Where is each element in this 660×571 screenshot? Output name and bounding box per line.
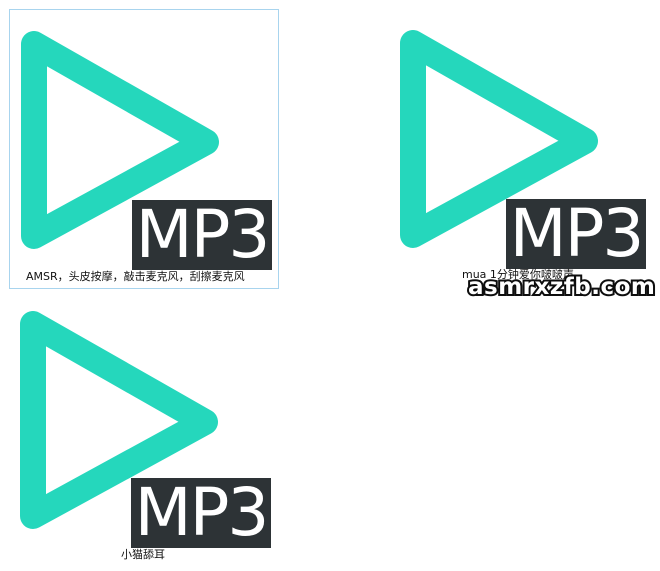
file-name-label: AMSR，头皮按摩，敲击麦克风，刮擦麦克风 xyxy=(26,270,245,283)
file-tile-kitten-ear-licking[interactable]: MP3 小猫舔耳 xyxy=(9,290,279,570)
mp3-badge: MP3 xyxy=(131,478,271,548)
site-watermark: asmrxzfb.com xyxy=(466,272,657,302)
file-tile-asmr-scalp-massage[interactable]: MP3 AMSR，头皮按摩，敲击麦克风，刮擦麦克风 xyxy=(9,9,279,289)
mp3-badge: MP3 xyxy=(132,200,272,270)
file-name-label: 小猫舔耳 xyxy=(121,548,165,561)
mp3-badge: MP3 xyxy=(506,199,646,269)
file-tile-mua-kiss-sound[interactable]: MP3 mua 1分钟爱你啵啵声 xyxy=(389,9,659,289)
